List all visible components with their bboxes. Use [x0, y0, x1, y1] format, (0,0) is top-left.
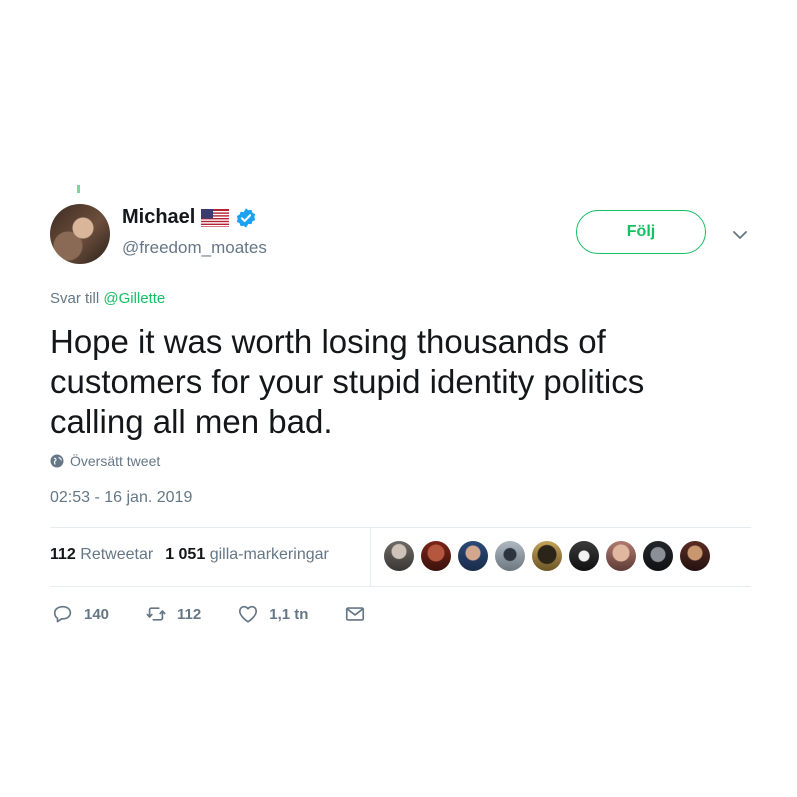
tweet-card: Michael @freedom_moates Följ Svar till @… — [0, 0, 797, 797]
heart-icon — [239, 605, 258, 623]
us-flag-icon — [201, 208, 230, 227]
likes-label: gilla-markeringar — [209, 546, 329, 563]
reply-icon — [53, 605, 72, 623]
reply-prefix: Svar till — [50, 290, 100, 307]
liker-avatar[interactable] — [458, 541, 488, 571]
reply-mention-link[interactable]: @Gillette — [103, 290, 165, 307]
timestamp[interactable]: 02:53 - 16 jan. 2019 — [50, 489, 192, 507]
liker-avatar[interactable] — [606, 541, 636, 571]
tweet-text: Hope it was worth losing thousands of cu… — [50, 323, 645, 440]
envelope-icon — [346, 607, 365, 621]
engagement-stats: 112 Retweetar 1 051 gilla-markeringar — [50, 546, 329, 564]
user-name[interactable]: Michael — [122, 206, 195, 229]
avatar[interactable] — [50, 204, 110, 264]
likes-count: 1 051 — [165, 546, 206, 563]
retweet-icon — [146, 607, 166, 621]
reply-button[interactable]: 140 — [52, 603, 109, 625]
like-count: 1,1 tn — [269, 605, 309, 623]
follow-button[interactable]: Följ — [576, 210, 706, 254]
stats-separator — [370, 528, 371, 586]
translate-label: Översätt tweet — [70, 453, 161, 469]
decorative-mark — [77, 185, 80, 193]
verified-badge-icon — [237, 207, 256, 228]
liker-avatars — [384, 541, 710, 571]
liker-avatar[interactable] — [569, 541, 599, 571]
liker-avatar[interactable] — [384, 541, 414, 571]
likes-stat[interactable]: 1 051 gilla-markeringar — [165, 546, 329, 564]
chevron-down-icon[interactable] — [731, 228, 749, 242]
liker-avatar[interactable] — [643, 541, 673, 571]
divider — [50, 527, 751, 528]
divider — [50, 586, 751, 587]
liker-avatar[interactable] — [532, 541, 562, 571]
translate-tweet-link[interactable]: Översätt tweet — [50, 453, 160, 469]
like-button[interactable]: 1,1 tn — [237, 603, 308, 625]
liker-avatar[interactable] — [421, 541, 451, 571]
liker-avatar[interactable] — [680, 541, 710, 571]
reply-context: Svar till @Gillette — [50, 290, 165, 307]
retweets-label: Retweetar — [80, 546, 154, 563]
reply-count: 140 — [84, 605, 110, 623]
user-handle[interactable]: @freedom_moates — [122, 238, 267, 258]
retweets-count: 112 — [50, 546, 76, 563]
retweet-button[interactable]: 112 — [145, 603, 201, 625]
liker-avatar[interactable] — [495, 541, 525, 571]
tweet-actions: 140 112 1,1 tn — [52, 603, 402, 625]
direct-message-button[interactable] — [344, 603, 366, 625]
retweets-stat[interactable]: 112 Retweetar — [50, 546, 153, 564]
retweet-count: 112 — [177, 605, 202, 623]
user-name-row: Michael — [122, 206, 257, 229]
globe-icon — [50, 454, 64, 468]
